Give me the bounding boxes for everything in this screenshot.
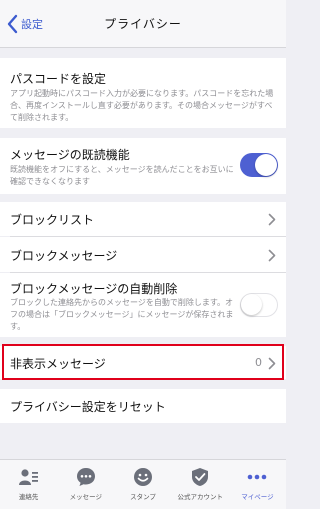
chevron-left-icon (7, 14, 18, 34)
reset-privacy-title: プライバシー設定をリセット (10, 400, 166, 414)
auto-delete-cell: ブロックメッセージの自動削除 ブロックした連絡先からのメッセージを自動で削除しま… (0, 273, 286, 337)
tab-contacts[interactable]: 連絡先 (0, 460, 57, 509)
block-list-title: ブロックリスト (10, 213, 95, 227)
page-title: プライバシー (104, 17, 182, 31)
tab-label: 公式アカウント (177, 493, 223, 501)
hidden-messages-count: 0 (255, 356, 262, 369)
tab-label: メッセージ (69, 493, 102, 501)
read-receipt-cell: メッセージの既読機能 既読機能をオフにすると、メッセージを読んだことをお互いに確… (0, 138, 286, 194)
tab-stickers[interactable]: スタンプ (114, 460, 171, 509)
tab-my-page[interactable]: マイページ (229, 460, 286, 509)
tab-label: マイページ (241, 493, 274, 501)
tab-label: 連絡先 (18, 493, 39, 501)
auto-delete-title: ブロックメッセージの自動削除 (10, 282, 178, 296)
message-icon (76, 468, 95, 486)
tab-messages[interactable]: メッセージ (57, 460, 114, 509)
privacy-settings-screen: 設定 プライバシー パスコードを設定 アプリ起動時にパスコード入力が必要になりま… (0, 0, 286, 509)
block-list-cell[interactable]: ブロックリスト (0, 202, 286, 236)
toggle-knob (255, 154, 277, 176)
read-receipt-description: 既読機能をオフにすると、メッセージを読んだことをお互いに確認できなくなります (10, 165, 234, 186)
passcode-title: パスコードを設定 (10, 72, 107, 86)
contacts-icon (18, 469, 38, 485)
chevron-right-icon (268, 249, 276, 262)
hidden-messages-title: 非表示メッセージ (10, 357, 106, 371)
tab-official-accounts[interactable]: 公式アカウント (172, 460, 229, 509)
block-messages-cell[interactable]: ブロックメッセージ (0, 237, 286, 272)
auto-delete-toggle[interactable] (240, 293, 278, 317)
sticker-icon (134, 468, 152, 486)
read-receipt-toggle[interactable] (240, 153, 278, 177)
official-account-icon (192, 468, 209, 486)
passcode-description: アプリ起動時にパスコード入力が必要になります。パスコードを忘れた場合、再度インス… (10, 89, 274, 122)
auto-delete-description: ブロックした連絡先からのメッセージを自動で削除します。オフの場合は「ブロックメッ… (10, 298, 234, 331)
block-messages-title: ブロックメッセージ (10, 249, 118, 263)
chevron-right-icon (268, 357, 276, 370)
reset-privacy-cell[interactable]: プライバシー設定をリセット (0, 389, 286, 423)
toggle-knob (241, 294, 262, 315)
tab-bar: 連絡先 メッセージ スタンプ 公式アカウント マイページ (0, 459, 286, 509)
navigation-bar: 設定 プライバシー (0, 0, 286, 48)
more-icon (248, 474, 267, 480)
chevron-right-icon (268, 213, 276, 226)
back-label: 設定 (21, 18, 43, 31)
hidden-messages-cell[interactable]: 非表示メッセージ 0 (0, 346, 286, 379)
tab-label: スタンプ (130, 493, 156, 501)
read-receipt-title: メッセージの既読機能 (10, 148, 130, 162)
passcode-cell[interactable]: パスコードを設定 アプリ起動時にパスコード入力が必要になります。パスコードを忘れ… (0, 58, 286, 128)
back-button[interactable]: 設定 (6, 14, 43, 34)
